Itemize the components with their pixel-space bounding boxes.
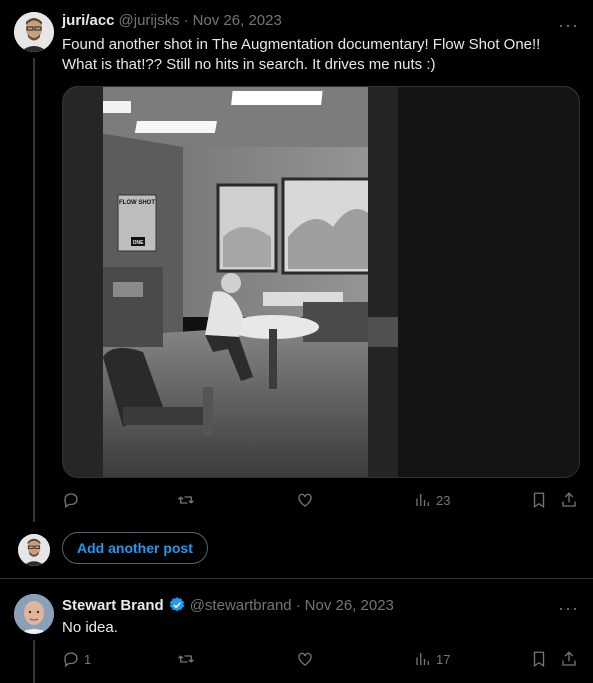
- tweet1-text-line1: Found another shot in The Augmentation d…: [62, 36, 541, 53]
- tweet2-reply-count: 1: [84, 651, 92, 667]
- tweet2-share-button[interactable]: [560, 650, 578, 668]
- tweet1-views-button[interactable]: 23: [414, 491, 450, 509]
- avatar-current-user[interactable]: [18, 534, 50, 566]
- repost-icon: [178, 496, 194, 504]
- share-icon: [562, 492, 576, 507]
- tweet1-photo[interactable]: FLOW SHOT ONE: [62, 86, 580, 478]
- tweet1-date[interactable]: Nov 26, 2023: [193, 12, 282, 29]
- heart-icon: [298, 493, 312, 507]
- thread-line-2: [33, 640, 35, 683]
- share-icon: [562, 651, 576, 666]
- bookmark-icon: [533, 492, 545, 509]
- tweet2-separator: ·: [295, 596, 301, 614]
- verified-badge-icon: [169, 597, 184, 612]
- tweet2-text: No idea.: [62, 619, 118, 636]
- sign-line1: FLOW SHOT: [119, 200, 155, 206]
- tweet1-reply-button[interactable]: [62, 491, 80, 509]
- sign-line2: ONE: [133, 240, 145, 246]
- tweet2-repost-button[interactable]: [177, 650, 195, 668]
- heart-icon: [298, 652, 312, 666]
- tweet2-date[interactable]: Nov 26, 2023: [305, 597, 394, 614]
- repost-icon: [178, 655, 194, 663]
- reply-icon: [64, 652, 78, 668]
- add-another-post-button[interactable]: Add another post: [62, 532, 208, 564]
- tweet1-separator: ·: [183, 12, 189, 29]
- tweet2-views-count: 17: [436, 651, 451, 667]
- tweet2-reply-button[interactable]: 1: [62, 650, 91, 668]
- tweet1-bookmark-button[interactable]: [530, 491, 548, 509]
- tweet2-handle[interactable]: @stewartbrand: [190, 597, 292, 614]
- tweet2-views-button[interactable]: 17: [414, 650, 450, 668]
- avatar-juri[interactable]: [14, 12, 54, 52]
- views-icon: [416, 653, 429, 665]
- tweet1-repost-button[interactable]: [177, 491, 195, 509]
- bookmark-icon: [533, 651, 545, 668]
- avatar-stewart-brand[interactable]: [14, 594, 54, 634]
- tweet2-actions: 1 17: [62, 650, 580, 670]
- tweet1-like-button[interactable]: [296, 491, 314, 509]
- tweet1-more-icon[interactable]: ···: [558, 16, 579, 34]
- tweet2-author-name[interactable]: Stewart Brand: [62, 597, 164, 614]
- tweet1-text: Found another shot in The Augmentation d…: [62, 35, 540, 75]
- tweet1-handle[interactable]: @jurijsks: [119, 12, 180, 29]
- tweet2-bookmark-button[interactable]: [530, 650, 548, 668]
- thread-line-1: [33, 58, 35, 522]
- tweet2-header: Stewart Brand @stewartbrand · Nov 26, 20…: [62, 596, 394, 614]
- tweet1-views-count: 23: [436, 492, 451, 508]
- views-icon: [416, 494, 429, 506]
- tweet1-author-name[interactable]: juri/acc: [62, 12, 115, 29]
- tweet1-actions: 23: [62, 491, 580, 511]
- tweet1-header: juri/acc @jurijsks · Nov 26, 2023: [62, 12, 282, 29]
- reply-icon: [64, 493, 78, 509]
- tweet2-like-button[interactable]: [296, 650, 314, 668]
- divider: [0, 578, 593, 579]
- tweet2-more-icon[interactable]: ···: [558, 599, 579, 617]
- tweet1-text-line2: What is that!?? Still no hits in search.…: [62, 56, 436, 73]
- tweet1-share-button[interactable]: [560, 491, 578, 509]
